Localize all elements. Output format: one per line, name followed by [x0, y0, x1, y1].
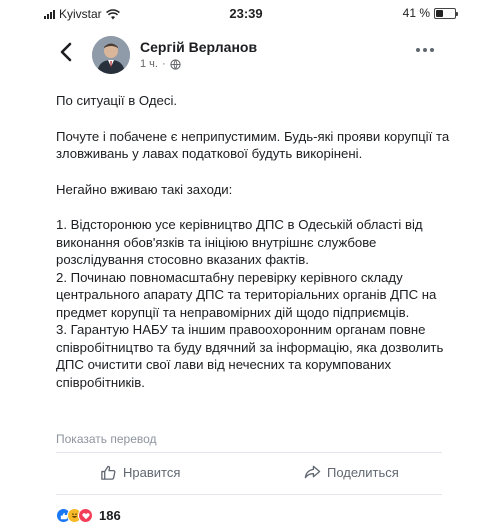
- share-icon: [304, 465, 321, 479]
- battery-percent: 41 %: [402, 6, 430, 20]
- post-text: По ситуації в Одесі. Почуте і побачене є…: [56, 92, 456, 391]
- post-actions: Нравится Поделиться: [56, 460, 442, 488]
- status-right: 41 %: [402, 6, 458, 20]
- author-name[interactable]: Сергій Верланов: [140, 39, 257, 55]
- dot-icon: [416, 48, 420, 52]
- divider: [56, 494, 442, 495]
- post-header: Сергій Верланов 1 ч. ·: [0, 30, 492, 80]
- status-bar: Kyivstar 23:39 41 %: [0, 0, 492, 28]
- chevron-left-icon: [60, 42, 72, 62]
- dot-icon: [430, 48, 434, 52]
- post-time[interactable]: 1 ч.: [140, 58, 158, 70]
- share-button[interactable]: Поделиться: [304, 464, 399, 480]
- love-icon: [78, 508, 93, 523]
- share-label: Поделиться: [327, 464, 399, 480]
- post-paragraph: По ситуації в Одесі.: [56, 93, 178, 108]
- post-paragraph: 2. Починаю повномасштабну перевірку кері…: [56, 269, 437, 320]
- battery-icon: [434, 7, 458, 19]
- more-options-button[interactable]: [416, 48, 434, 52]
- globe-icon: [170, 58, 181, 70]
- post-paragraph: 3. Гарантую НАБУ та іншим правоохоронним…: [56, 322, 444, 390]
- post-paragraph: Почуте і побачене є неприпустимим. Будь-…: [56, 128, 450, 162]
- thumbs-up-icon: [101, 465, 116, 480]
- translate-link[interactable]: Показать перевод: [56, 432, 157, 446]
- like-button[interactable]: Нравится: [100, 464, 180, 481]
- post-meta: 1 ч. ·: [140, 58, 181, 70]
- back-button[interactable]: [56, 40, 78, 64]
- reaction-count: 186: [99, 508, 121, 523]
- post-paragraph: 1. Відсторонюю усе керівництво ДПС в Оде…: [56, 217, 423, 267]
- author-photo: [92, 36, 130, 74]
- dot-icon: [423, 48, 427, 52]
- like-label: Нравится: [123, 465, 181, 480]
- divider: [56, 452, 442, 453]
- avatar[interactable]: [92, 36, 130, 74]
- post-paragraph: Негайно вживаю такі заходи:: [56, 181, 233, 197]
- reactions-summary[interactable]: 186: [56, 508, 121, 523]
- battery-fill: [436, 9, 444, 17]
